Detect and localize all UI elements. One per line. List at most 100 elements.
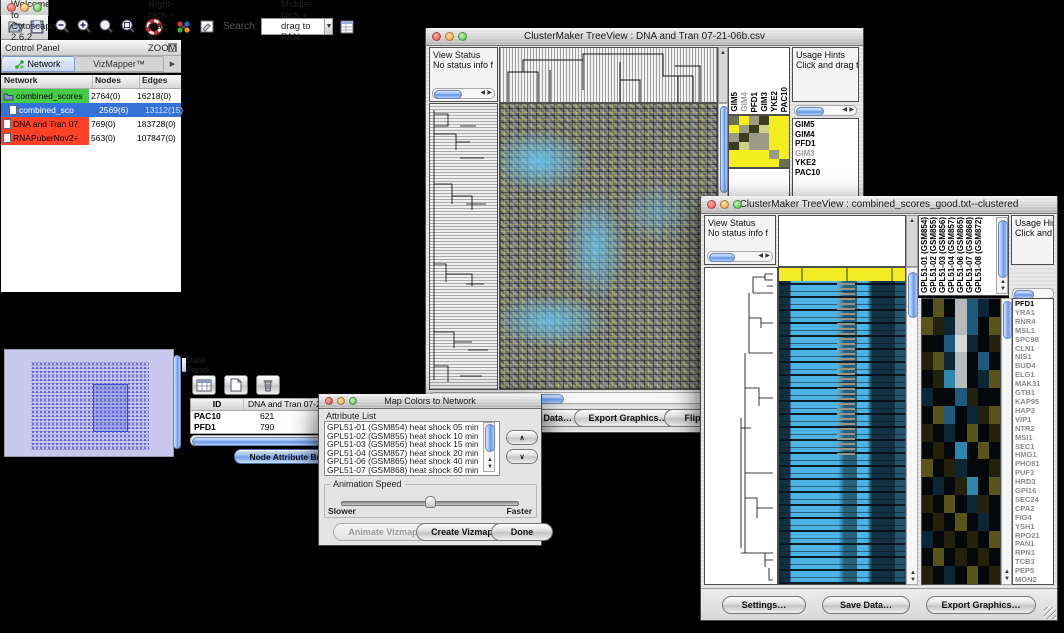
view-status-scrollbar[interactable]: ◀▶ (707, 251, 773, 262)
list-item[interactable]: GIM4 (740, 92, 749, 112)
list-item[interactable]: GPL51-06 (GSM865) (956, 217, 965, 293)
zoom-selected-icon[interactable] (119, 18, 137, 36)
column-dendrogram[interactable] (778, 215, 906, 267)
treeview1-titlebar[interactable]: ClusterMaker TreeView : DNA and Tran 07-… (426, 28, 863, 46)
list-item[interactable]: GIM5 (795, 120, 858, 130)
main-heatmap[interactable] (499, 103, 718, 390)
detail-heatmap[interactable] (921, 298, 1001, 585)
list-item[interactable]: GPL51-08 (GSM872) (974, 217, 983, 293)
network-table-header: Network Nodes Edges (1, 75, 181, 89)
minimize-icon[interactable] (337, 397, 345, 405)
zoom-in-icon[interactable] (75, 18, 93, 36)
zoom-icon[interactable] (458, 32, 467, 41)
view-status-text: No status info f (430, 60, 497, 70)
list-item[interactable]: PAC10 (780, 87, 789, 112)
list-item[interactable]: PAC10 (795, 168, 858, 178)
heatmap-cell (933, 406, 944, 424)
col-edges[interactable]: Edges (140, 75, 181, 88)
zoom-icon[interactable] (349, 397, 357, 405)
tab-network-label: Network (27, 59, 60, 69)
heatmap-cell (989, 352, 1000, 370)
dialog-titlebar[interactable]: Map Colors to Network (319, 394, 541, 409)
id-column-header[interactable]: ID (191, 399, 244, 410)
control-panel-tabs: Network VizMapper™ ▶ (1, 56, 181, 73)
row-dendrogram[interactable] (704, 267, 778, 585)
column-labels-scrollbar[interactable]: ▲▼ (996, 217, 1008, 294)
vizmapper-nodes-icon[interactable] (175, 19, 193, 35)
attribute-list-scrollbar[interactable]: ▲▼ (483, 422, 495, 472)
table-mode-icon[interactable] (192, 375, 216, 395)
main-heatmap[interactable] (778, 267, 906, 585)
close-icon[interactable] (7, 3, 16, 12)
zoom-icon[interactable] (33, 3, 42, 12)
list-item[interactable]: GPL51-04 (GSM857) (947, 217, 956, 293)
new-attribute-icon[interactable] (224, 375, 248, 395)
attribute-browser-icon[interactable] (339, 19, 355, 35)
done-button[interactable]: Done (491, 523, 553, 541)
save-data-button[interactable]: Save Data… (822, 596, 910, 614)
move-down-button[interactable]: ∨ (506, 449, 538, 464)
minimize-icon[interactable] (720, 200, 729, 209)
list-item[interactable]: PFD1 (795, 139, 858, 149)
network-row-selected[interactable]: combined_sco 2569(6) 13112(15) (1, 103, 181, 117)
tab-network[interactable]: Network (1, 56, 75, 72)
network-row[interactable]: DNA and Tran 07 769(0) 183728(0) (1, 117, 181, 131)
treeview2-titlebar[interactable]: ClusterMaker TreeView : combined_scores_… (701, 196, 1057, 214)
list-item[interactable]: YKE2 (795, 158, 858, 168)
col-nodes[interactable]: Nodes (93, 75, 140, 88)
list-item[interactable]: GIM5 (730, 92, 739, 112)
tabs-overflow-button[interactable]: ▶ (164, 56, 181, 72)
list-item[interactable]: GIM4 (795, 130, 858, 140)
slider-thumb[interactable] (425, 496, 436, 508)
heatmap-cell (729, 125, 739, 134)
list-item[interactable]: GPL51-01 (GSM854) (920, 217, 929, 293)
minimize-icon[interactable] (445, 32, 454, 41)
close-icon[interactable] (432, 32, 441, 41)
close-icon[interactable] (325, 397, 333, 405)
treeview2-gene-list[interactable]: PFD1YRA1RNR4MSL1SPC98CLN1NIS1BUD4ELG1MAK… (1012, 298, 1054, 585)
network-overview[interactable] (4, 349, 174, 457)
annotation-icon[interactable] (199, 19, 215, 35)
heatmap-vscrollbar[interactable]: ▲▼ (906, 267, 918, 585)
attribute-list[interactable]: GPL51-01 (GSM854) heat shock 05 minGPL51… (324, 421, 500, 476)
network-edges: 16218(0) (135, 91, 181, 101)
list-item[interactable]: YKE2 (770, 91, 779, 112)
minimize-icon[interactable] (20, 3, 29, 12)
heatmap-cell (967, 388, 978, 406)
col-network[interactable]: Network (1, 75, 93, 88)
move-up-button[interactable]: ∧ (506, 430, 538, 445)
column-dendrogram[interactable] (499, 47, 718, 103)
list-item[interactable]: MON2 (1015, 576, 1053, 585)
network-row[interactable]: RNAPuberNov2+ 563(0) 107847(0) (1, 131, 181, 145)
list-item[interactable]: GPL51-03 (GSM856) (938, 217, 947, 293)
list-item[interactable]: GPL51-07 (GSM868) (965, 217, 974, 293)
overview-viewport-rect[interactable] (93, 384, 128, 432)
resize-grip[interactable] (1044, 607, 1056, 619)
network-row[interactable]: combined_scores 2764(0) 16218(0) (1, 89, 181, 103)
view-status-scrollbar[interactable]: ◀▶ (432, 88, 495, 99)
delete-attribute-trash-icon[interactable] (256, 375, 280, 395)
search-dropdown-button[interactable]: ▼ (325, 18, 333, 35)
scroll-strip[interactable]: ▲ (718, 47, 728, 103)
row-dendrogram[interactable] (429, 103, 498, 390)
window-controls[interactable] (1, 3, 48, 12)
settings-button[interactable]: Settings… (722, 596, 806, 614)
gene-list-scrollbar[interactable]: ▲▼ (1001, 298, 1012, 585)
list-item[interactable]: GIM3 (760, 92, 769, 112)
export-graphics-button[interactable]: Export Graphics… (926, 596, 1036, 614)
speed-slider[interactable] (341, 496, 519, 508)
zoom-fit-icon[interactable] (97, 18, 115, 36)
list-item[interactable]: GPL51-07 (GSM868) heat shock 60 min (327, 466, 499, 475)
overview-scrollbar[interactable] (173, 355, 181, 449)
list-item[interactable]: PFD1 (750, 92, 759, 112)
heatmap-cell (922, 495, 933, 513)
zoom-icon[interactable] (733, 200, 742, 209)
scroll-strip[interactable]: ▲ (906, 215, 918, 267)
usage-hints-scrollbar[interactable]: ◀▶ (794, 105, 857, 116)
list-item[interactable]: GIM3 (795, 149, 858, 159)
tab-vizmapper[interactable]: VizMapper™ (75, 56, 164, 72)
treeview1-column-labels: GIM5GIM4PFD1GIM3YKE2PAC10 (728, 47, 790, 115)
list-item[interactable]: GPL51-02 (GSM855) (929, 217, 938, 293)
close-icon[interactable] (707, 200, 716, 209)
detail-heatmap[interactable] (728, 115, 790, 168)
